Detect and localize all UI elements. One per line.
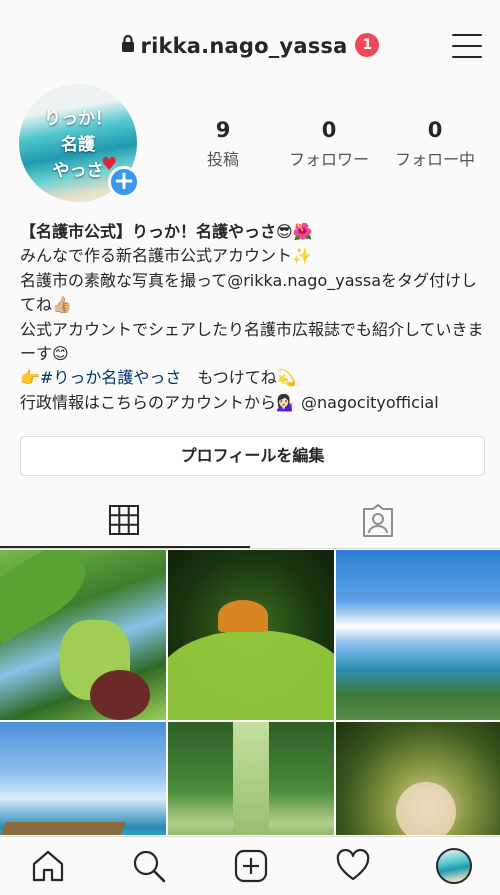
post-thumbnail[interactable] bbox=[168, 550, 334, 720]
profile-stats: 9 投稿 0 フォロワー 0 フォロー中 bbox=[170, 118, 488, 170]
bio-hashtag-line: 👉#りっか名護やっさ もつけてね💫 bbox=[20, 366, 490, 390]
profile-header: rikka.nago_yassa 1 bbox=[0, 0, 500, 96]
profile-tabs bbox=[0, 496, 500, 550]
hamburger-menu-icon[interactable] bbox=[452, 34, 482, 60]
home-icon[interactable] bbox=[31, 849, 65, 883]
grid-icon bbox=[109, 505, 139, 535]
bio-last-line: 行政情報はこちらのアカウントから💁🏻‍♀️ @nagocityofficial bbox=[20, 392, 439, 412]
post-thumbnail[interactable] bbox=[0, 550, 166, 720]
stat-posts-label: 投稿 bbox=[206, 150, 239, 169]
stat-posts-count: 9 bbox=[215, 118, 231, 142]
notification-badge[interactable]: 1 bbox=[355, 33, 380, 57]
avatar-text-line2: 名護 bbox=[61, 135, 95, 155]
stat-followers-label: フォロワー bbox=[288, 150, 369, 169]
post-thumbnail[interactable] bbox=[0, 722, 166, 835]
bio-line-2: 名護市の素敵な写真を撮って@rikka.nago_yassaをタグ付けしてね👍🏼 bbox=[20, 270, 478, 315]
stat-followers-count: 0 bbox=[321, 118, 337, 142]
tabs-divider bbox=[0, 548, 500, 549]
bio-line-3: 公式アカウントでシェアしたり名護市広報誌でも紹介していきまーす😊 bbox=[20, 319, 484, 364]
username: rikka.nago_yassa bbox=[140, 34, 348, 58]
hashtag-link[interactable]: #りっか名護やっさ bbox=[40, 368, 181, 387]
lock-icon bbox=[121, 33, 135, 57]
stat-posts[interactable]: 9 投稿 bbox=[170, 118, 276, 170]
username-bar[interactable]: rikka.nago_yassa 1 bbox=[0, 33, 500, 59]
stat-followers[interactable]: 0 フォロワー bbox=[276, 118, 382, 170]
profile-display-name: 【名護市公式】りっか！名護やっさ😎🌺 bbox=[20, 222, 313, 241]
add-post-icon[interactable] bbox=[234, 849, 268, 883]
photo-grid bbox=[0, 550, 500, 835]
tagged-person-icon bbox=[363, 504, 393, 537]
stat-following-label: フォロー中 bbox=[394, 150, 475, 169]
edit-profile-button[interactable]: プロフィールを編集 bbox=[20, 436, 485, 476]
tab-tagged[interactable] bbox=[250, 496, 500, 548]
heart-icon[interactable] bbox=[336, 848, 370, 883]
bio-line-1: みんなで作る新名護市公式アカウント✨ bbox=[20, 246, 312, 266]
profile-avatar-container: りっか！ 名護 やっさ ♥ + bbox=[19, 84, 140, 202]
search-icon[interactable] bbox=[132, 849, 166, 883]
post-thumbnail[interactable] bbox=[336, 722, 500, 835]
add-story-button[interactable]: + bbox=[108, 166, 140, 198]
avatar-text-line1: りっか！ bbox=[44, 109, 112, 129]
stat-following-count: 0 bbox=[427, 118, 443, 142]
tab-grid[interactable] bbox=[0, 496, 250, 548]
post-thumbnail[interactable] bbox=[168, 722, 334, 835]
pointing-emoji: 👉 bbox=[20, 368, 40, 388]
profile-avatar-icon[interactable] bbox=[436, 848, 472, 884]
bottom-navigation bbox=[0, 836, 500, 895]
post-thumbnail[interactable] bbox=[336, 550, 500, 720]
stat-following[interactable]: 0 フォロー中 bbox=[382, 118, 488, 170]
hashtag-suffix: もつけてね💫 bbox=[181, 368, 297, 388]
profile-bio: 【名護市公式】りっか！名護やっさ😎🌺 みんなで作る新名護市公式アカウント✨ 名護… bbox=[20, 220, 490, 415]
